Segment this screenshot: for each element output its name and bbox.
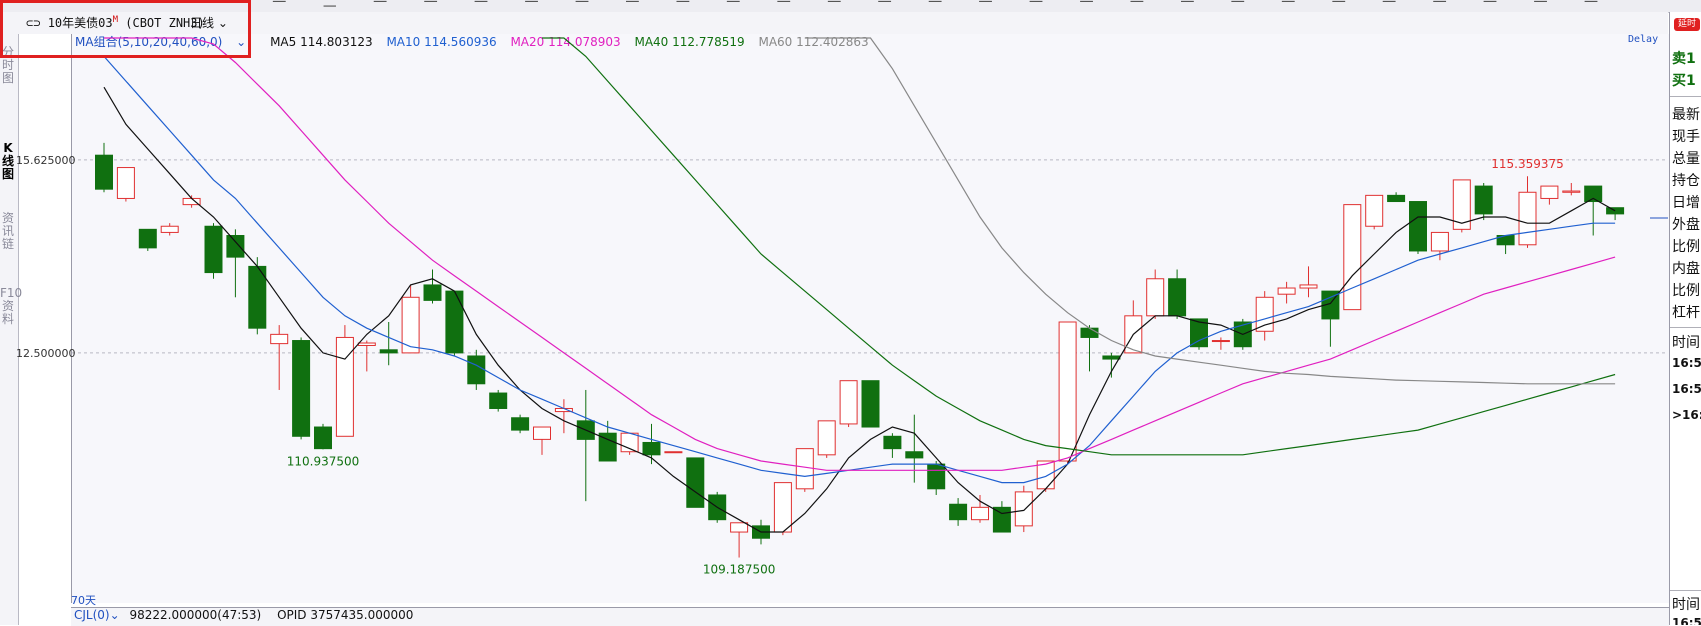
candle-down [95,154,113,190]
candle-down [226,235,245,258]
cjl-selector[interactable]: CJL(0)⌄ [74,608,120,622]
candle-down [905,451,924,459]
candle-down [642,441,661,456]
candle-up [664,451,683,454]
candle-down [1102,355,1121,360]
candle-down [511,417,530,431]
price-annotation: 109.187500 [703,563,776,577]
opid-text: OPID 3757435.000000 [277,608,414,622]
time-header: 时间 [1672,335,1700,351]
ma-line-ma40 [542,37,1616,456]
candle-up [1255,296,1274,332]
candle-down [949,503,968,521]
candle-down [379,349,398,354]
candlestick-chart: 15.625000 12.500000 110.937500 109.187500 11… [16,37,1668,577]
candle-down [1409,201,1427,252]
candle-up [357,342,376,346]
candle-up [1299,284,1318,289]
candle-down [992,506,1011,533]
candle-down [1387,194,1406,203]
candle-up [1365,194,1384,227]
time-header-2: 时间 [1672,597,1700,613]
panel-divider [1670,96,1701,97]
candle-up [971,506,989,521]
candle-down [1584,185,1603,203]
candle-up [1540,185,1559,199]
candle-down [883,435,902,450]
quote-row-ratio: 比例 [1672,239,1700,255]
candle-up [270,333,289,345]
candle-up [1211,340,1230,343]
tick-time: >16:58 [1672,408,1701,422]
volume-text: 98222.000000(47:53) [129,608,262,622]
ma-line-ma60 [804,37,1616,385]
tick-time: 16:58 [1672,382,1701,396]
quote-row-total-vol: 总量 [1672,151,1700,167]
chevron-down-icon: ⌄ [109,608,120,622]
candle-up [116,167,135,199]
quote-row-outer: 外盘 [1672,217,1700,233]
candle-up [160,225,179,233]
quote-row-daily-change: 日增 [1672,195,1700,211]
quote-row-open-interest: 持仓 [1672,173,1700,189]
quote-row-leverage: 杠杆 [1672,305,1700,321]
candle-up [817,420,836,456]
candle-down [861,380,880,428]
candle-up [795,448,814,490]
candle-down [1080,327,1099,338]
bid-row: 买1 [1672,73,1696,89]
candle-down [686,457,705,508]
candle-down [138,228,157,249]
quote-row-current-vol: 现手 [1672,129,1700,145]
candle-down [292,340,311,437]
candle-up [533,426,551,440]
candle-up [839,380,858,425]
ask-row: 卖1 [1672,51,1696,67]
quote-row-ratio-2: 比例 [1672,283,1700,299]
price-annotation: 115.359375 [1491,157,1564,171]
indicator-bar: CJL(0)⌄ 98222.000000(47:53) OPID 3757435… [71,607,1669,626]
candle-down [314,426,332,450]
candle-down [467,355,486,385]
day-range-label: 70天 [71,594,96,607]
price-annotation: 110.937500 [287,454,360,468]
ma-line-ma20 [104,37,1616,471]
candle-up [773,482,792,533]
candle-up [730,522,749,533]
candle-down [445,290,464,354]
y-tick-label: 12.500000 [16,347,76,360]
panel-divider [1670,590,1701,591]
tick-time: 16:58 [1672,356,1701,370]
candle-down [423,284,442,301]
delay-badge: 延时 [1674,18,1700,31]
quote-panel: 延时 卖1 买1 最新 现手 总量 持仓 日增 外盘 比例 内盘 比例 杠杆 时… [1669,12,1701,625]
candle-up [1562,190,1581,193]
candle-down [927,463,946,490]
quote-row-last: 最新 [1672,107,1700,123]
candle-down [489,392,508,409]
y-tick-label: 15.625000 [16,154,76,167]
candle-up [1014,491,1033,527]
panel-divider [1670,327,1701,328]
tick-time: 16:58 [1672,616,1701,625]
candle-up [1277,287,1296,295]
candle-up [1343,204,1362,311]
candle-down [1168,278,1187,317]
candle-up [1146,278,1165,317]
quote-row-inner: 内盘 [1672,261,1700,277]
candle-up [1058,321,1077,462]
ma-line-ma10 [103,56,1616,484]
candle-down [204,225,223,274]
candle-down [1474,185,1493,215]
candle-up [1518,191,1537,246]
candle-up [1430,231,1449,252]
